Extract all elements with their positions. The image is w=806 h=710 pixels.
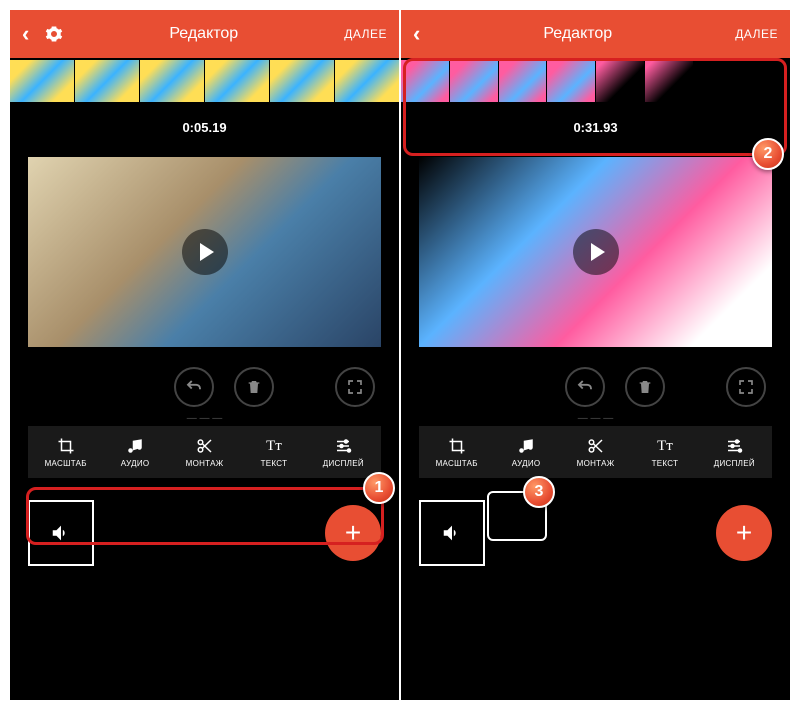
text-icon: Tᴛ [657,436,673,456]
screenshot-right: ‹ Редактор ДАЛЕЕ 0:31.93 — — — [401,10,790,700]
pagination-dots: — — — [401,411,790,426]
timeline-frame[interactable] [270,60,334,102]
tool-audio[interactable]: АУДИО [101,432,168,472]
delete-button[interactable] [234,367,274,407]
tool-display[interactable]: ДИСПЛЕЙ [701,432,768,472]
timeline-frame[interactable] [450,60,498,102]
timeline-frame[interactable] [694,60,742,102]
timestamp: 0:31.93 [401,102,790,143]
bottom-row: + [10,478,399,588]
page-title: Редактор [420,25,735,43]
tool-label: МАСШТАБ [436,459,478,468]
tool-label: ДИСПЛЕЙ [714,459,755,468]
crop-icon [448,436,466,456]
timeline-thumbnails[interactable] [10,58,399,102]
annotation-badge: 3 [523,476,555,508]
video-preview[interactable] [419,157,772,347]
toolbar: МАСШТАБ АУДИО МОНТАЖ Tᴛ ТЕКСТ ДИСПЛЕЙ [419,426,772,478]
next-button[interactable]: ДАЛЕЕ [344,27,387,41]
video-preview[interactable] [28,157,381,347]
undo-button[interactable] [174,367,214,407]
timestamp: 0:05.19 [10,102,399,143]
timeline-frame[interactable] [645,60,693,102]
next-button[interactable]: ДАЛЕЕ [735,27,778,41]
timeline-frame[interactable] [547,60,595,102]
toolbar: МАСШТАБ АУДИО МОНТАЖ Tᴛ ТЕКСТ ДИСПЛЕЙ [28,426,381,478]
tool-label: ТЕКСТ [652,459,679,468]
sliders-icon [725,436,743,456]
tool-label: МАСШТАБ [45,459,87,468]
timeline-frame[interactable] [596,60,644,102]
tool-text[interactable]: Tᴛ ТЕКСТ [240,432,307,472]
play-icon[interactable] [573,229,619,275]
tool-display[interactable]: ДИСПЛЕЙ [310,432,377,472]
tool-crop[interactable]: МАСШТАБ [423,432,490,472]
tool-label: ДИСПЛЕЙ [323,459,364,468]
tool-crop[interactable]: МАСШТАБ [32,432,99,472]
pagination-dots: — — — [10,411,399,426]
header: ‹ Редактор ДАЛЕЕ [401,10,790,58]
timeline-frame[interactable] [335,60,399,102]
bottom-row: + [401,478,790,588]
tool-audio[interactable]: АУДИО [492,432,559,472]
screenshot-left: ‹ Редактор ДАЛЕЕ 0:05.19 — — — [10,10,399,700]
cut-icon [196,436,214,456]
settings-icon[interactable] [45,25,63,43]
page-title: Редактор [63,25,344,43]
controls-row [10,355,399,411]
timeline-frame[interactable] [499,60,547,102]
timeline-frame[interactable] [742,60,790,102]
timeline-frame[interactable] [75,60,139,102]
tool-label: АУДИО [121,459,150,468]
timeline-frame[interactable] [140,60,204,102]
fullscreen-button[interactable] [335,367,375,407]
controls-row [401,355,790,411]
header: ‹ Редактор ДАЛЕЕ [10,10,399,58]
tool-text[interactable]: Tᴛ ТЕКСТ [631,432,698,472]
tool-montage[interactable]: МОНТАЖ [562,432,629,472]
text-icon: Tᴛ [266,436,282,456]
tool-label: МОНТАЖ [186,459,224,468]
back-icon[interactable]: ‹ [22,21,29,47]
timeline-frame[interactable] [10,60,74,102]
play-icon[interactable] [182,229,228,275]
add-button[interactable]: + [325,505,381,561]
audio-clip[interactable] [419,500,485,566]
delete-button[interactable] [625,367,665,407]
tool-montage[interactable]: МОНТАЖ [171,432,238,472]
timeline-thumbnails[interactable] [401,58,790,102]
crop-icon [57,436,75,456]
back-icon[interactable]: ‹ [413,21,420,47]
fullscreen-button[interactable] [726,367,766,407]
timeline-frame[interactable] [401,60,449,102]
tool-label: МОНТАЖ [577,459,615,468]
annotation-badge: 1 [363,472,395,504]
annotation-badge: 2 [752,138,784,170]
add-button[interactable]: + [716,505,772,561]
music-icon [517,436,535,456]
tool-label: ТЕКСТ [261,459,288,468]
undo-button[interactable] [565,367,605,407]
audio-clip[interactable] [28,500,94,566]
music-icon [126,436,144,456]
sliders-icon [334,436,352,456]
tool-label: АУДИО [512,459,541,468]
timeline-frame[interactable] [205,60,269,102]
cut-icon [587,436,605,456]
